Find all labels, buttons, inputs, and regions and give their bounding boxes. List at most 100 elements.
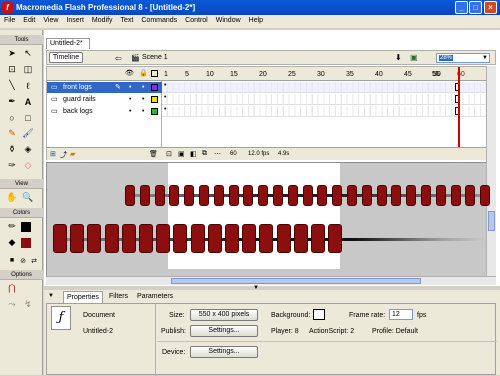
front-log[interactable] [311, 224, 325, 253]
tab-filters[interactable]: Filters [106, 291, 131, 303]
straighten-icon[interactable]: ↯ [21, 298, 35, 311]
onion-outlines-icon[interactable]: ◧ [190, 150, 197, 158]
back-log[interactable] [154, 185, 165, 206]
stroke-color-icon[interactable]: ✏ [5, 220, 19, 233]
snap-to-objects-icon[interactable]: ⋂ [5, 282, 19, 295]
outline-icon[interactable] [151, 70, 158, 77]
layer-color-swatch[interactable] [151, 96, 158, 103]
back-log[interactable] [480, 185, 491, 206]
visibility-dot[interactable]: • [129, 82, 131, 93]
lock-dot[interactable]: • [142, 106, 144, 117]
front-log[interactable] [139, 224, 153, 253]
tab-properties[interactable]: Properties [63, 291, 103, 303]
background-color-swatch[interactable] [313, 309, 325, 320]
vertical-scrollbar[interactable] [486, 66, 496, 276]
back-log[interactable] [243, 185, 254, 206]
front-log[interactable] [173, 224, 188, 253]
paint-bucket-tool-icon[interactable]: ◈ [21, 143, 35, 156]
menu-edit[interactable]: Edit [19, 15, 39, 24]
visibility-dot[interactable]: • [129, 94, 131, 105]
trash-icon[interactable]: 🗑 [149, 150, 158, 158]
eyedropper-tool-icon[interactable]: ✑ [5, 159, 19, 172]
edit-scene-icon[interactable]: ⬇ [395, 53, 402, 62]
playhead[interactable] [458, 67, 460, 147]
smooth-icon[interactable]: ⤳ [5, 298, 19, 311]
subselect-tool-icon[interactable]: ↖ [21, 47, 35, 60]
layer-color-swatch[interactable] [151, 84, 158, 91]
front-log[interactable] [121, 224, 136, 253]
menu-file[interactable]: File [0, 15, 19, 24]
back-log[interactable] [465, 185, 476, 206]
ink-bottle-tool-icon[interactable]: ⚱ [5, 143, 19, 156]
add-guide-icon[interactable]: ⤴ [60, 150, 67, 160]
menu-text[interactable]: Text [117, 15, 138, 24]
panel-divider[interactable] [44, 286, 500, 290]
center-frame-icon[interactable]: ⊡ [166, 150, 172, 158]
menu-help[interactable]: Help [245, 15, 267, 24]
device-settings-button[interactable]: Settings... [190, 346, 258, 358]
size-button[interactable]: 550 x 400 pixels [190, 309, 258, 321]
stroke-color-swatch[interactable] [21, 222, 31, 232]
menu-insert[interactable]: Insert [62, 15, 88, 24]
document-tab[interactable]: Untitled-2* [46, 38, 90, 49]
hand-tool-icon[interactable]: ✋ [5, 191, 19, 204]
back-log[interactable] [184, 185, 195, 206]
zoom-dropdown[interactable]: 28% ▼ [436, 53, 490, 63]
eye-icon[interactable]: 👁 [125, 69, 134, 77]
menu-modify[interactable]: Modify [88, 15, 117, 24]
front-log[interactable] [70, 224, 85, 253]
back-log[interactable] [391, 185, 402, 206]
menu-window[interactable]: Window [212, 15, 245, 24]
line-tool-icon[interactable]: ╲ [5, 79, 19, 92]
visibility-dot[interactable]: • [129, 106, 131, 117]
back-log[interactable] [169, 185, 180, 206]
pencil-tool-icon[interactable]: ✎ [5, 127, 19, 140]
back-log[interactable] [258, 185, 269, 206]
tab-parameters[interactable]: Parameters [134, 291, 176, 303]
frame-row-front-logs[interactable]: • [162, 82, 496, 93]
back-log[interactable] [450, 185, 461, 206]
front-log[interactable] [207, 224, 222, 253]
back-log[interactable] [332, 185, 343, 206]
front-log[interactable] [225, 224, 239, 253]
front-log[interactable] [242, 224, 257, 253]
fill-color-icon[interactable]: ◆ [5, 236, 19, 249]
brush-tool-icon[interactable]: 🖌 [21, 127, 35, 140]
back-log[interactable] [347, 185, 357, 206]
back-log[interactable] [199, 185, 209, 206]
front-log[interactable] [328, 224, 343, 253]
text-tool-icon[interactable]: A [21, 95, 35, 108]
back-log[interactable] [139, 185, 150, 206]
insert-layer-icon[interactable]: ⊞ [50, 150, 56, 158]
back-log[interactable] [273, 185, 283, 206]
front-log[interactable] [293, 224, 308, 253]
layer-row-guard-rails[interactable]: ▭ guard rails • • [47, 94, 163, 105]
front-log[interactable] [276, 224, 291, 253]
scroll-thumb[interactable] [488, 211, 495, 231]
lock-dot[interactable]: • [142, 82, 144, 93]
back-log[interactable] [302, 185, 313, 206]
back-log[interactable] [421, 185, 431, 206]
front-log[interactable] [259, 224, 274, 253]
scroll-thumb[interactable] [171, 278, 421, 284]
pen-tool-icon[interactable]: ✒ [5, 95, 19, 108]
back-log[interactable] [406, 185, 417, 206]
edit-multiple-frames-icon[interactable]: ⧉ [202, 150, 207, 158]
back-log[interactable] [228, 185, 239, 206]
expand-arrow-icon[interactable]: ▼ [48, 293, 54, 299]
free-transform-tool-icon[interactable]: ⊡ [5, 63, 19, 76]
scene-label[interactable]: Scene 1 [142, 54, 168, 61]
lock-icon[interactable]: 🔒 [139, 69, 148, 77]
front-log[interactable] [156, 224, 171, 253]
insert-folder-icon[interactable]: ▰ [70, 150, 75, 158]
layer-row-front-logs[interactable]: ▭ front logs ✎ • • [47, 82, 163, 93]
back-log[interactable] [317, 185, 328, 206]
gradient-transform-tool-icon[interactable]: ◫ [21, 63, 35, 76]
horizontal-scrollbar[interactable] [46, 276, 496, 285]
frame-row-guard-rails[interactable]: • [162, 94, 496, 105]
edit-symbols-icon[interactable]: ▣ [410, 53, 418, 62]
stage[interactable] [168, 163, 340, 269]
front-log[interactable] [53, 224, 67, 253]
frame-row-back-logs[interactable]: • [162, 106, 496, 117]
onion-skin-icon[interactable]: ▣ [178, 150, 185, 158]
